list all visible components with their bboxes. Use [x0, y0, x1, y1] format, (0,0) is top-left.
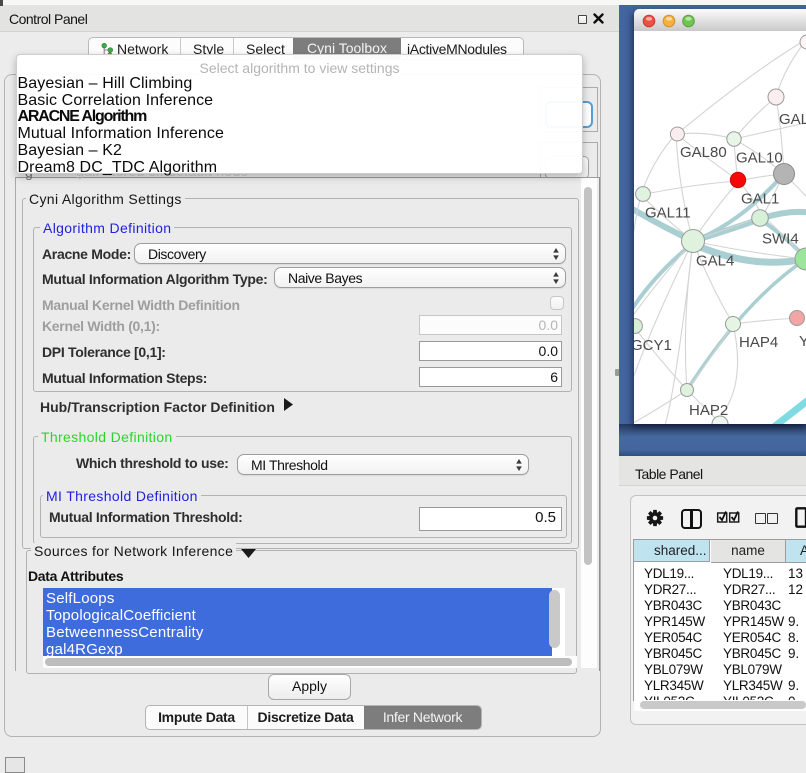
svg-text:GAL7: GAL7 [779, 111, 806, 128]
svg-text:GAL11: GAL11 [645, 205, 691, 222]
svg-text:HAP2: HAP2 [689, 402, 728, 419]
svg-text:GAL4: GAL4 [696, 253, 734, 270]
svg-text:GAL10: GAL10 [736, 150, 783, 167]
svg-text:YM: YM [799, 333, 806, 350]
svg-text:GAL80: GAL80 [680, 144, 727, 161]
svg-text:GCY1: GCY1 [634, 337, 672, 354]
svg-text:GAL1: GAL1 [741, 191, 779, 208]
svg-text:HAP4: HAP4 [739, 334, 778, 351]
svg-text:SWI4: SWI4 [762, 231, 799, 248]
